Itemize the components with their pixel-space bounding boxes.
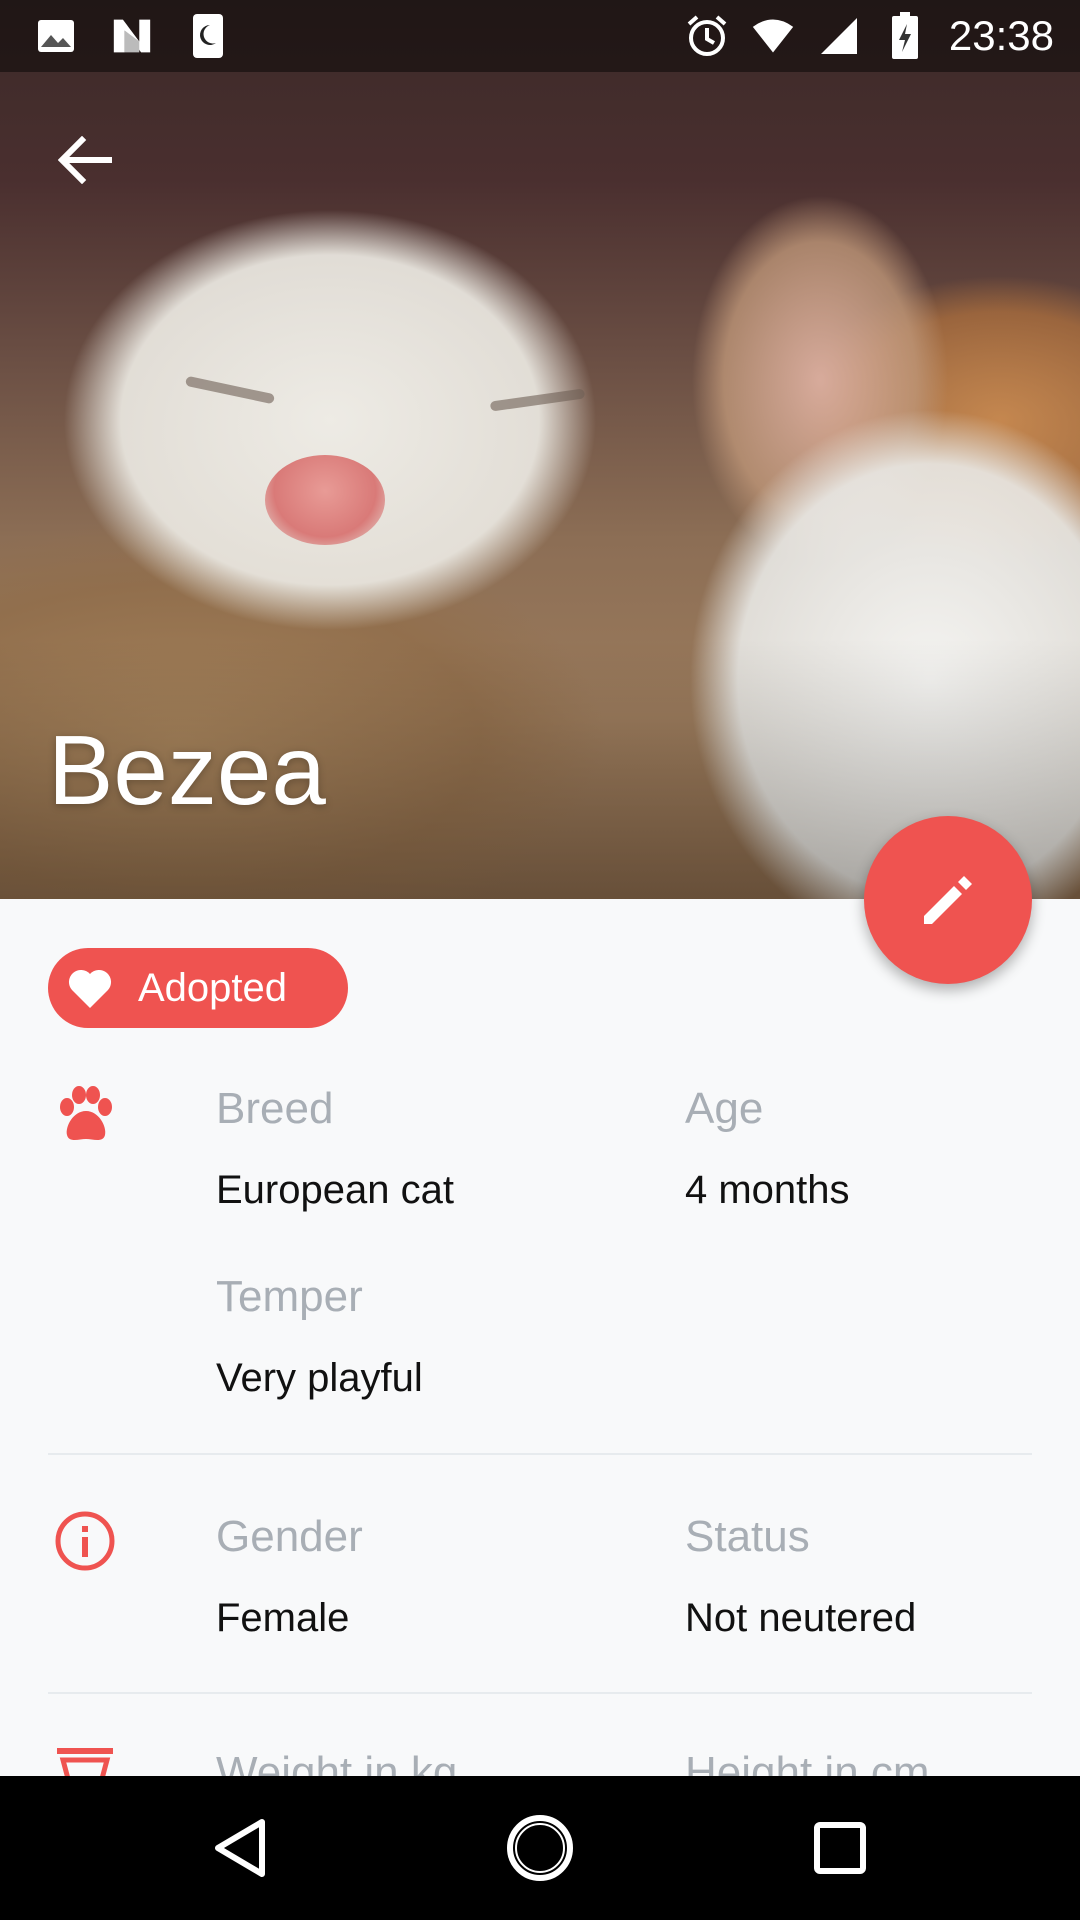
breed-label: Breed xyxy=(216,1084,334,1133)
breed-value: European cat xyxy=(216,1168,454,1212)
temper-value: Very playful xyxy=(216,1356,423,1400)
section-divider xyxy=(48,1453,1032,1455)
neuter-status-value: Not neutered xyxy=(685,1596,917,1640)
section-divider xyxy=(48,1692,1032,1694)
neuter-status-label: Status xyxy=(685,1512,810,1561)
photo-detail xyxy=(265,455,385,545)
nav-recents-button[interactable] xyxy=(800,1808,880,1888)
adopted-status-chip[interactable]: Adopted xyxy=(48,948,348,1028)
age-label: Age xyxy=(685,1084,764,1133)
square-recents-icon xyxy=(814,1822,866,1874)
pet-name-title: Bezea xyxy=(48,715,326,825)
paw-icon xyxy=(50,1080,120,1150)
alarm-icon xyxy=(685,11,729,61)
nav-back-button[interactable] xyxy=(200,1808,280,1888)
moon-icon xyxy=(188,14,228,58)
back-button[interactable] xyxy=(50,125,120,195)
age-value: 4 months xyxy=(685,1168,850,1212)
temper-label: Temper xyxy=(216,1272,363,1321)
edit-button[interactable] xyxy=(864,816,1032,984)
status-bar: 23:38 xyxy=(0,0,1080,72)
photo-detail xyxy=(489,388,586,412)
gender-label: Gender xyxy=(216,1512,363,1561)
n-logo-icon xyxy=(112,14,152,58)
circle-home-icon xyxy=(507,1815,573,1881)
photo-detail xyxy=(184,375,276,405)
image-icon xyxy=(36,14,76,58)
battery-charging-icon xyxy=(883,11,927,61)
adopted-status-label: Adopted xyxy=(138,965,288,1010)
info-icon xyxy=(50,1506,120,1576)
heart-icon xyxy=(62,960,118,1016)
status-clock: 23:38 xyxy=(948,12,1054,59)
arrow-back-icon xyxy=(58,136,112,184)
gender-value: Female xyxy=(216,1596,350,1640)
signal-icon xyxy=(817,11,861,61)
pencil-icon xyxy=(924,876,972,924)
wifi-icon xyxy=(751,11,795,61)
nav-home-button[interactable] xyxy=(500,1808,580,1888)
triangle-back-icon xyxy=(215,1819,265,1877)
navigation-bar xyxy=(0,1776,1080,1920)
